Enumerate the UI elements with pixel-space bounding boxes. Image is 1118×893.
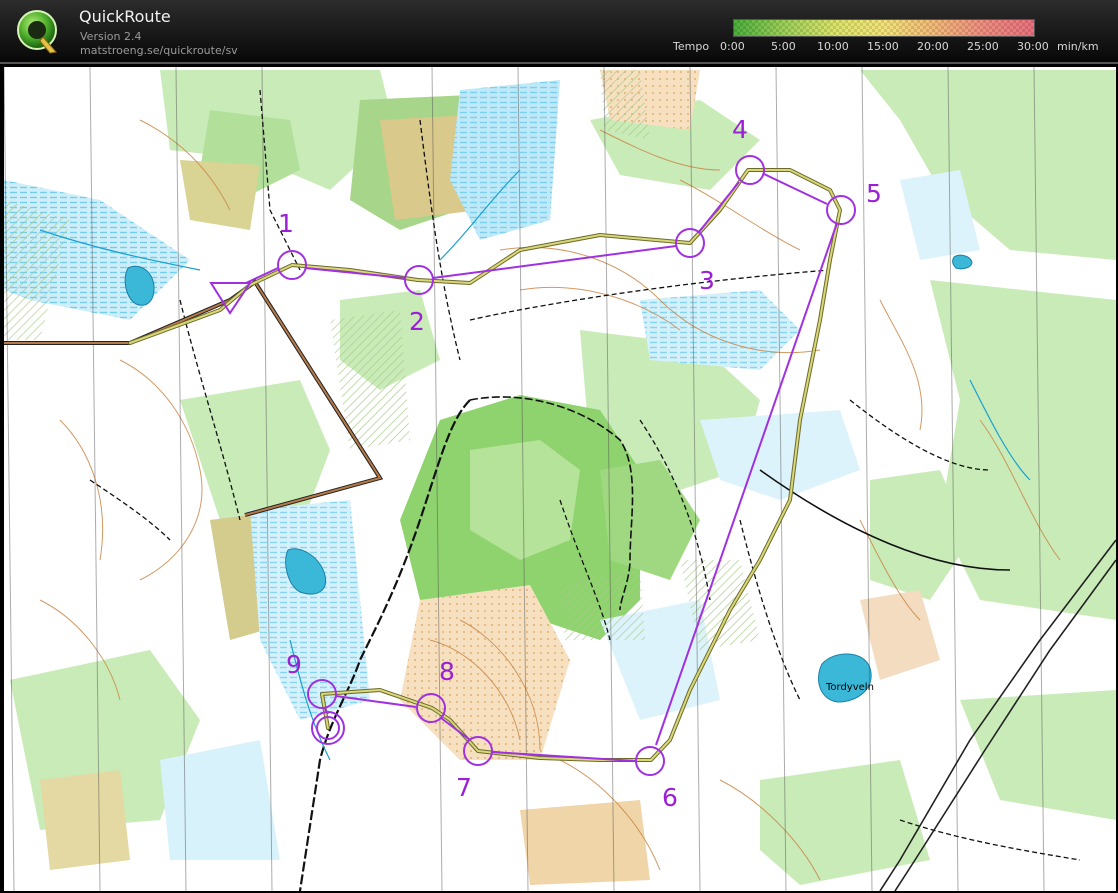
app-title: QuickRoute bbox=[79, 7, 171, 26]
legend-tick: 10:00 bbox=[817, 40, 849, 53]
control-label: 7 bbox=[456, 773, 472, 802]
tempo-color-scale bbox=[733, 19, 1035, 37]
control-label: 2 bbox=[409, 307, 425, 336]
legend-tick: 5:00 bbox=[771, 40, 796, 53]
legend-tick: 25:00 bbox=[967, 40, 999, 53]
legend-label: Tempo bbox=[673, 40, 710, 53]
control-label: 8 bbox=[439, 657, 455, 686]
legend-tick: 30:00 bbox=[1017, 40, 1049, 53]
control-label: 9 bbox=[286, 650, 302, 679]
orienteering-map[interactable]: 1 2 3 4 5 6 7 8 9 Tordyveln bbox=[4, 67, 1116, 891]
legend-tick: 20:00 bbox=[917, 40, 949, 53]
place-name-label: Tordyveln bbox=[825, 682, 874, 693]
legend-tick: 0:00 bbox=[720, 40, 745, 53]
app-version: Version 2.4 bbox=[80, 30, 142, 43]
app-url: matstroeng.se/quickroute/sv bbox=[80, 44, 238, 57]
app-header: QuickRoute Version 2.4 matstroeng.se/qui… bbox=[0, 0, 1118, 64]
control-label: 6 bbox=[662, 783, 678, 812]
control-label: 3 bbox=[699, 266, 715, 295]
control-label: 4 bbox=[732, 115, 748, 144]
legend-tick: 15:00 bbox=[867, 40, 899, 53]
control-label: 5 bbox=[866, 179, 882, 208]
map-canvas[interactable]: 1 2 3 4 5 6 7 8 9 Tordyveln bbox=[4, 67, 1116, 891]
legend-unit: min/km bbox=[1057, 40, 1099, 53]
quickroute-logo-icon bbox=[17, 10, 57, 54]
control-label: 1 bbox=[278, 209, 294, 238]
